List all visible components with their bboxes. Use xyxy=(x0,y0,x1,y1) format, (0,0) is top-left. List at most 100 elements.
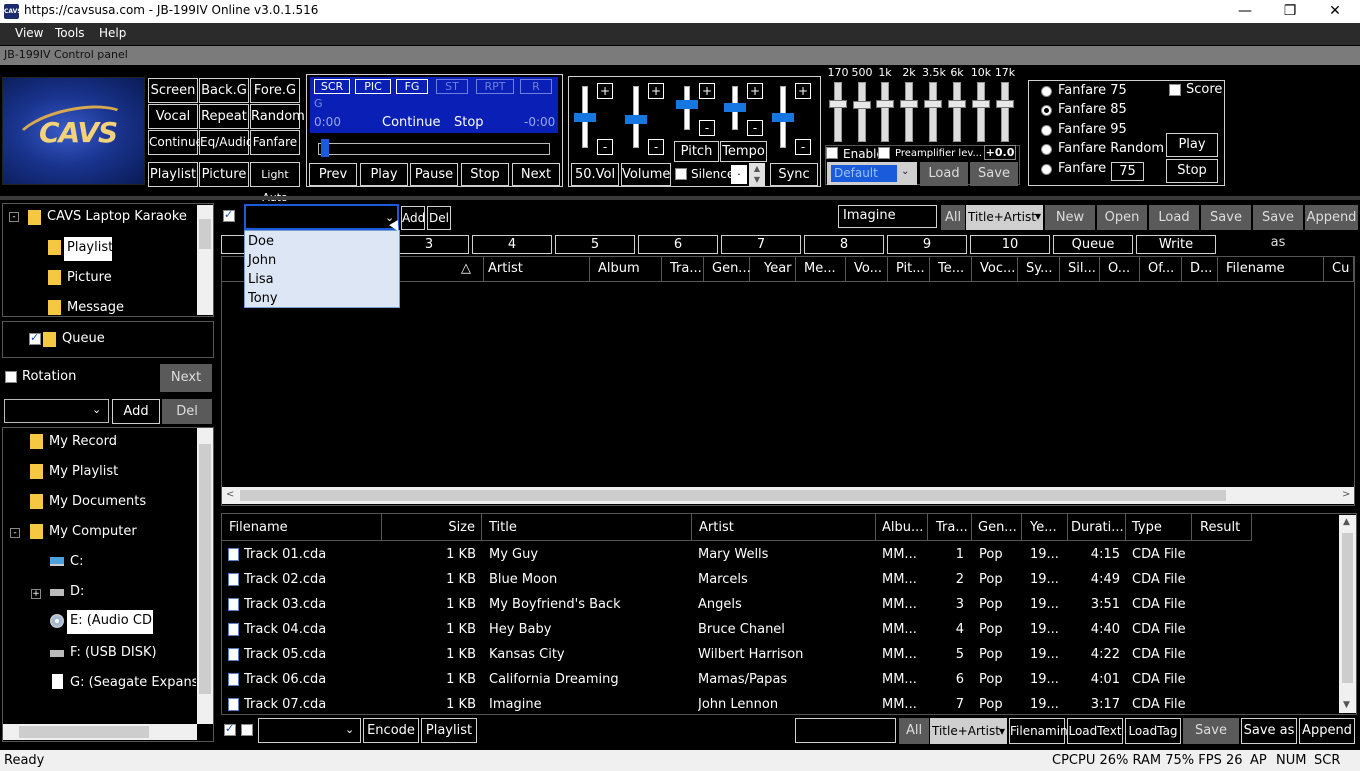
vol-plus-button[interactable]: + xyxy=(597,83,613,99)
vol-fader-thumb[interactable] xyxy=(574,113,596,122)
playlist-checkbox[interactable] xyxy=(223,208,235,222)
sync-fader-thumb[interactable] xyxy=(772,113,794,122)
continue-button[interactable]: Continue xyxy=(148,130,203,155)
fanfare-button[interactable]: Fanfare xyxy=(250,130,300,155)
file-save-button[interactable]: Save xyxy=(1183,718,1239,744)
file-cell-filename[interactable]: Track 05.cda xyxy=(244,647,374,662)
tree-expand-icon[interactable]: + xyxy=(31,589,41,599)
tab-queue[interactable]: Queue xyxy=(1053,235,1133,254)
chevron-down-icon[interactable]: ⌄ xyxy=(92,403,101,416)
tree-scrollbar[interactable] xyxy=(197,205,213,315)
tree-item-my-computer[interactable]: My Computer xyxy=(49,524,137,539)
fanfare-95-radio[interactable] xyxy=(1041,125,1052,136)
eq-band-slider[interactable] xyxy=(905,82,913,142)
score-checkbox[interactable] xyxy=(1169,84,1181,96)
eq-band-thumb[interactable] xyxy=(948,100,966,108)
column-header-sync[interactable]: Sy... xyxy=(1018,257,1060,282)
file-cell-filename[interactable]: Track 06.cda xyxy=(244,672,374,687)
playlist-new-button[interactable]: New xyxy=(1045,205,1095,230)
file-column-size[interactable]: Size xyxy=(382,514,482,541)
stop-button[interactable]: Stop xyxy=(461,163,509,186)
file-tree-scrollbar[interactable] xyxy=(197,428,213,724)
file-column-genre[interactable]: Gen... xyxy=(972,514,1022,541)
playlist-button[interactable]: Playlist xyxy=(148,162,198,187)
silence-checkbox[interactable] xyxy=(675,168,687,180)
tree-root-label[interactable]: CAVS Laptop Karaoke xyxy=(47,209,187,224)
column-header-media[interactable]: Me... xyxy=(796,257,846,282)
queue-label[interactable]: Queue xyxy=(62,331,105,346)
eq-band-slider[interactable] xyxy=(1001,82,1009,142)
loadtext-button[interactable]: LoadText xyxy=(1067,718,1123,744)
file-column-result[interactable]: Result xyxy=(1192,514,1252,541)
playlist-hscroll-thumb[interactable] xyxy=(240,490,1226,501)
playlist-append-button[interactable]: Append xyxy=(1305,205,1358,230)
chevron-up-icon[interactable]: ▲ xyxy=(1343,517,1350,527)
column-header-vocal[interactable]: Vo... xyxy=(846,257,888,282)
file-list-scrollbar[interactable]: ▲ ▼ xyxy=(1339,515,1356,713)
playlist-save-button[interactable]: Save xyxy=(1201,205,1251,230)
pic-indicator[interactable]: PIC xyxy=(355,79,391,94)
column-header-voc[interactable]: Voc... xyxy=(972,257,1018,282)
tree-item-my-documents[interactable]: My Documents xyxy=(49,494,146,509)
eq-band-slider[interactable] xyxy=(977,82,985,142)
fg-indicator[interactable]: FG xyxy=(396,79,428,94)
eq-band-slider[interactable] xyxy=(858,82,866,142)
tree-item-playlist[interactable]: Playlist xyxy=(64,237,113,261)
sync-minus-button[interactable]: - xyxy=(795,139,811,155)
screen-button[interactable]: Screen xyxy=(148,78,198,103)
tab-6[interactable]: 6 xyxy=(638,235,718,254)
tree-scroll-thumb[interactable] xyxy=(199,219,211,249)
file-saveas-button[interactable]: Save as xyxy=(1241,718,1297,744)
singer-option[interactable]: John xyxy=(248,253,276,268)
silence-spinner-icon[interactable]: ▲ ▼ xyxy=(749,163,765,186)
file-column-artist[interactable]: Artist xyxy=(692,514,876,541)
singer-add-button[interactable]: Add xyxy=(401,206,425,230)
file-column-album[interactable]: Albu... xyxy=(876,514,928,541)
tab-9[interactable]: 9 xyxy=(887,235,967,254)
file-all-button[interactable]: All xyxy=(899,718,929,744)
eq-band-thumb[interactable] xyxy=(876,100,894,108)
playlist-load-button[interactable]: Load xyxy=(1149,205,1199,230)
drive-g[interactable]: G: (Seagate Expansio xyxy=(70,675,196,690)
drive-d[interactable]: D: xyxy=(70,584,84,599)
tree-collapse-icon[interactable]: - xyxy=(9,212,19,222)
file-column-year[interactable]: Ye... xyxy=(1022,514,1068,541)
chevron-down-icon[interactable]: ▾ xyxy=(1035,204,1041,229)
tempo-minus-button[interactable]: - xyxy=(747,120,763,136)
user-del-button[interactable]: Del xyxy=(162,399,212,424)
eq-enable-checkbox[interactable] xyxy=(826,147,838,159)
encode-checkbox-2[interactable] xyxy=(241,724,253,736)
filenaming-button[interactable]: Filenaming xyxy=(1009,718,1075,744)
picture-button[interactable]: Picture xyxy=(199,162,249,187)
singer-del-button[interactable]: Del xyxy=(427,206,451,230)
st-indicator[interactable]: ST xyxy=(436,79,468,94)
menu-help[interactable]: Help xyxy=(99,26,126,40)
user-add-button[interactable]: Add xyxy=(112,399,160,424)
volume-minus-button[interactable]: - xyxy=(648,139,664,155)
vol-minus-button[interactable]: - xyxy=(597,139,613,155)
eq-band-slider[interactable] xyxy=(881,82,889,142)
eq-load-button[interactable]: Load xyxy=(920,162,968,186)
singer-option[interactable]: Doe xyxy=(248,234,274,249)
file-column-track[interactable]: Tra... xyxy=(928,514,972,541)
minimize-icon[interactable]: — xyxy=(1225,2,1265,21)
playlist-open-button[interactable]: Open xyxy=(1097,205,1147,230)
pitch-plus-button[interactable]: + xyxy=(699,83,715,99)
fanfare-custom-radio[interactable] xyxy=(1041,164,1052,175)
preamp-value[interactable]: +0.0 xyxy=(984,145,1016,160)
tree-item-picture[interactable]: Picture xyxy=(67,270,112,285)
file-cell-filename[interactable]: Track 03.cda xyxy=(244,597,374,612)
file-column-title[interactable]: Title xyxy=(482,514,692,541)
scr-indicator[interactable]: SCR xyxy=(314,79,350,94)
foreg-button[interactable]: Fore.G xyxy=(250,78,300,103)
file-list-scroll-thumb[interactable] xyxy=(1342,533,1353,683)
tab-1[interactable] xyxy=(221,235,245,254)
tree-item-message[interactable]: Message xyxy=(67,300,124,315)
eq-band-thumb[interactable] xyxy=(853,101,871,109)
tree-collapse-icon[interactable]: - xyxy=(10,528,20,538)
file-search-input[interactable] xyxy=(795,718,896,743)
file-cell-filename[interactable]: Track 04.cda xyxy=(244,622,374,637)
file-cell-filename[interactable]: Track 02.cda xyxy=(244,572,374,587)
preamp-checkbox[interactable] xyxy=(878,147,890,159)
file-cell-filename[interactable]: Track 07.cda xyxy=(244,697,374,712)
